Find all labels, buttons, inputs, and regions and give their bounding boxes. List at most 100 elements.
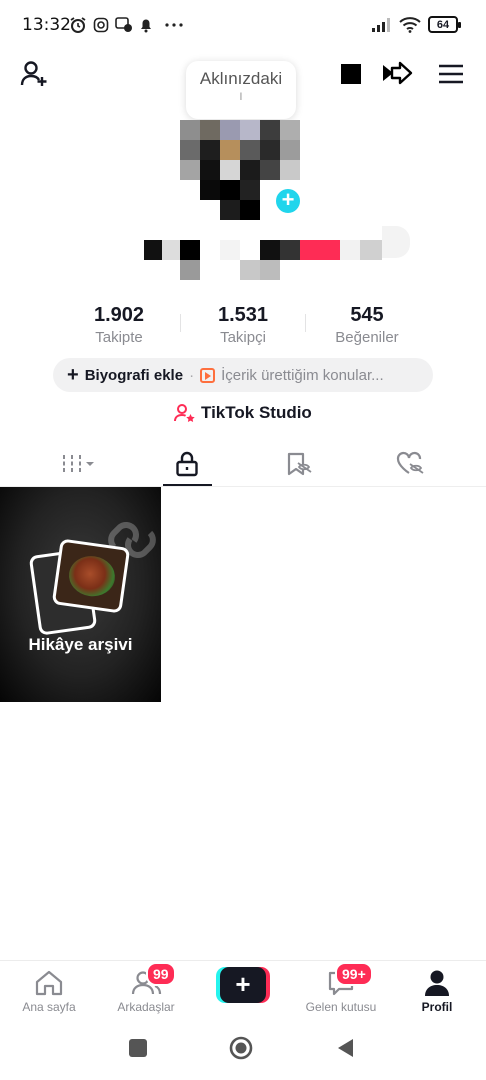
stop-button[interactable] [334, 57, 368, 91]
story-archive-tile[interactable]: Hikâye arşivi [0, 487, 161, 702]
tooltip-cursor: ı [239, 87, 243, 103]
studio-user-star-icon [174, 404, 195, 422]
avatar-pixel [220, 180, 240, 200]
nav-home-label: Ana sayfa [22, 1000, 76, 1014]
bio-separator: · [189, 366, 195, 384]
name-pixel [162, 240, 180, 260]
stat-divider [305, 314, 306, 332]
avatar-pixel [260, 140, 280, 160]
name-pixel [300, 240, 340, 260]
stat-likes-value: 545 [350, 304, 384, 326]
status-tooltip-bubble[interactable]: Aklınızdaki ı [186, 61, 296, 119]
name-pixel [180, 260, 200, 280]
name-pixel [260, 240, 280, 260]
avatar-pixel [280, 120, 300, 140]
tab-reposts[interactable] [255, 444, 345, 484]
avatar-pixel [220, 140, 240, 160]
home-icon [35, 970, 63, 996]
stat-likes-label: Beğeniler [335, 329, 399, 346]
heart-hidden-icon [396, 451, 424, 474]
name-pixel [360, 240, 382, 260]
avatar-pixel [220, 200, 240, 220]
plus-icon: + [220, 967, 266, 1003]
create-button[interactable]: + [216, 967, 270, 1003]
add-bio-button[interactable]: Biyografi ekle [85, 367, 183, 384]
share-arrow-icon [383, 61, 413, 85]
back-button[interactable] [334, 1036, 358, 1060]
stat-followers-value: 1.531 [217, 304, 269, 326]
alarm-icon [68, 15, 88, 35]
lock-icon [176, 451, 198, 477]
avatar-pixel [280, 140, 300, 160]
grid-icon [63, 455, 94, 473]
bio-pill[interactable]: + Biyografi ekle · İçerik ürettiğim konu… [53, 358, 433, 392]
menu-button[interactable] [434, 57, 468, 91]
tiktok-studio-label: TikTok Studio [201, 403, 312, 422]
plus-icon: + [67, 363, 79, 386]
status-time: 13:32 [22, 15, 71, 35]
stat-divider [180, 314, 181, 332]
profile-name-blurred [144, 226, 414, 282]
avatar-pixel [200, 180, 220, 200]
food-photo [66, 553, 118, 600]
content-topic-icon [200, 367, 216, 383]
avatar-pixel [180, 120, 200, 140]
avatar-pixel [180, 140, 200, 160]
nav-profile[interactable]: Profil [392, 966, 482, 1014]
tiktok-studio-link[interactable]: TikTok Studio [174, 403, 312, 423]
messenger-icon [114, 15, 134, 35]
stat-followers-label: Takipçi [220, 329, 266, 346]
stat-followers[interactable]: 1.531 Takipçi [198, 304, 288, 346]
name-pixel [260, 260, 280, 280]
hamburger-icon [439, 64, 463, 84]
add-user-icon [20, 61, 47, 86]
nav-profile-label: Profil [421, 1000, 453, 1014]
status-tooltip-text: Aklınızdaki [199, 69, 283, 88]
story-archive-label: Hikâye arşivi [28, 635, 133, 654]
tag-hidden-icon [287, 452, 312, 476]
square-nav-icon [129, 1039, 147, 1057]
tab-videos[interactable] [34, 444, 124, 484]
add-friend-button[interactable] [17, 57, 51, 91]
inbox-badge: 99+ [335, 962, 373, 986]
nav-friends-label: Arkadaşlar [117, 1000, 175, 1014]
name-pixel [280, 240, 300, 260]
avatar-pixel [260, 160, 280, 180]
nav-inbox-label: Gelen kutusu [305, 1000, 377, 1014]
more-notifications-icon [164, 15, 184, 35]
avatar-pixel [200, 120, 220, 140]
story-thumbnail-front [51, 538, 131, 614]
instagram-icon [92, 15, 110, 35]
avatar-pixel [240, 120, 260, 140]
name-pixel [180, 240, 200, 260]
avatar-pixel [240, 180, 260, 200]
nav-home[interactable]: Ana sayfa [4, 966, 94, 1014]
avatar-pixel [260, 120, 280, 140]
share-profile-button[interactable] [380, 57, 414, 91]
stat-likes[interactable]: 545 Beğeniler [322, 304, 412, 346]
add-avatar-button[interactable]: + [273, 186, 303, 216]
name-pixel [340, 240, 360, 260]
circle-nav-icon [229, 1036, 253, 1060]
stat-following-label: Takipte [95, 329, 143, 346]
avatar-pixel [200, 160, 220, 180]
stat-following-value: 1.902 [93, 304, 145, 326]
recent-apps-button[interactable] [126, 1036, 150, 1060]
home-system-button[interactable] [229, 1036, 253, 1060]
bell-icon [138, 15, 154, 35]
friends-badge: 99 [146, 962, 176, 986]
signal-icon [370, 15, 394, 35]
tab-private[interactable] [142, 444, 232, 484]
square-icon [341, 64, 361, 84]
name-pixel [382, 226, 410, 258]
profile-icon [425, 970, 449, 996]
name-pixel [240, 260, 260, 280]
content-topics-button[interactable]: İçerik ürettiğim konular... [221, 367, 384, 384]
wifi-icon [398, 15, 422, 35]
stat-following[interactable]: 1.902 Takipte [74, 304, 164, 346]
status-bar: 13:32 64 [0, 0, 486, 50]
avatar-pixel [200, 140, 220, 160]
tab-liked[interactable] [366, 444, 456, 484]
avatar-pixel [220, 160, 240, 180]
avatar-pixel [180, 160, 200, 180]
